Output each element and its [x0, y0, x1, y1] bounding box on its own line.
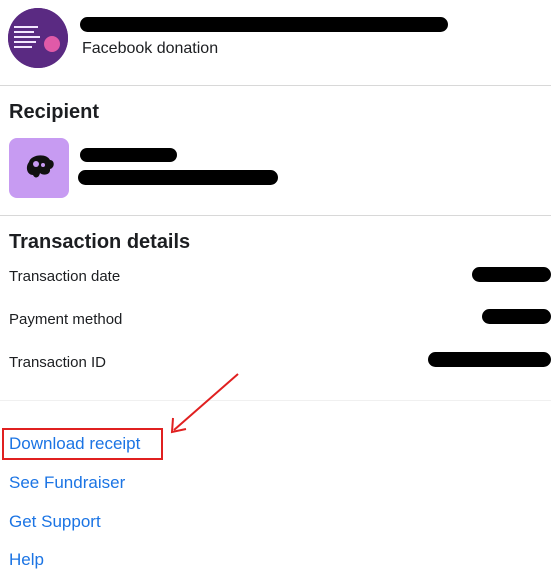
see-fundraiser-link[interactable]: See Fundraiser [9, 473, 125, 493]
transaction-id-label: Transaction ID [9, 354, 106, 371]
donation-type-label: Facebook donation [82, 40, 219, 57]
recipient-name-redacted [80, 148, 177, 162]
payment-method-label: Payment method [9, 311, 123, 328]
recipient-heading: Recipient [9, 101, 100, 123]
get-support-link[interactable]: Get Support [9, 512, 101, 532]
help-link[interactable]: Help [9, 550, 44, 570]
payment-method-value-redacted [482, 309, 551, 324]
transaction-date-value-redacted [472, 267, 551, 282]
fundraiser-avatar [8, 8, 68, 68]
recipient-avatar [9, 138, 69, 198]
recipient-detail-redacted [78, 170, 278, 185]
divider [0, 400, 551, 401]
divider [0, 215, 551, 216]
annotation-arrow [170, 373, 239, 434]
transaction-id-value-redacted [428, 352, 551, 367]
transaction-details-heading: Transaction details [9, 231, 191, 253]
divider [0, 85, 551, 86]
transaction-date-label: Transaction date [9, 268, 121, 285]
fundraiser-name-redacted [80, 17, 448, 32]
download-receipt-link[interactable]: Download receipt [9, 434, 140, 454]
